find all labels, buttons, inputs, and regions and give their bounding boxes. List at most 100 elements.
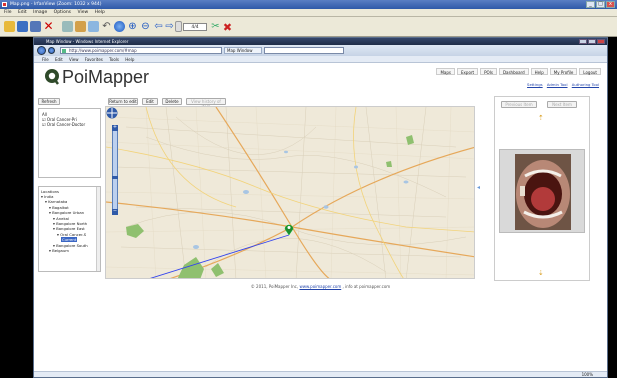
arrow-up-icon[interactable]: ⇡ <box>538 114 544 122</box>
browser-maximize-icon[interactable] <box>588 39 596 44</box>
slideshow-icon[interactable] <box>17 21 28 32</box>
zoom-slider[interactable]: + − <box>112 125 118 215</box>
pan-control-icon[interactable] <box>106 107 118 119</box>
refresh-button[interactable]: Refresh <box>38 98 60 105</box>
browser-close-icon[interactable] <box>597 39 605 44</box>
address-bar[interactable]: http://www.poimapper.com/#map <box>60 47 222 54</box>
next-item-button[interactable]: Next Item <box>547 101 577 108</box>
zoom-level[interactable]: 100% <box>582 372 593 377</box>
info-icon[interactable] <box>114 21 125 32</box>
tab-label: Map Window <box>227 48 253 53</box>
tools-icon[interactable]: ✂ <box>210 21 221 32</box>
tree-item-label: Belgaum <box>52 248 69 254</box>
nav-export[interactable]: Export <box>457 68 479 75</box>
view-history-button[interactable]: View history of item <box>186 98 226 109</box>
browser-search-input[interactable] <box>264 47 344 54</box>
map-marker-icon[interactable] <box>284 223 294 236</box>
zoom-in-icon[interactable]: ⊕ <box>127 21 138 32</box>
browser-status-bar: 100% <box>34 371 607 377</box>
menu-help[interactable]: Help <box>95 10 105 15</box>
arrow-down-icon[interactable]: ⇣ <box>538 269 544 277</box>
menu-view[interactable]: View <box>77 10 88 15</box>
locations-tree: ▾ India ▾ Karnataka ▾ Bagalkot ▾ Bangalore … <box>41 194 98 253</box>
app-icon <box>2 2 7 7</box>
undo-icon[interactable]: ↶ <box>101 21 112 32</box>
nav-pois[interactable]: POIs <box>480 68 497 75</box>
expand-arrow-icon[interactable]: ◂ <box>477 184 480 191</box>
footer: © 2011, PoiMapper Inc, www.poimapper.com… <box>34 284 607 289</box>
browser-menu-favorites[interactable]: Favorites <box>85 57 103 62</box>
top-nav: Maps Export POIs Dashboard Help My Profi… <box>434 68 601 75</box>
nav-my-profile[interactable]: My Profile <box>549 68 578 75</box>
favicon-icon <box>62 49 66 53</box>
paste-icon[interactable] <box>88 21 99 32</box>
locations-panel: Locations ▾ India ▾ Karnataka ▾ Bagalkot ▾ … <box>38 186 101 272</box>
prev-icon[interactable]: ⇦ <box>153 21 164 32</box>
browser-menu-view[interactable]: View <box>69 57 79 62</box>
browser-menu-bar: File Edit View Favorites Tools Help <box>34 56 607 63</box>
tree-item-label: Bangalore Urban <box>52 210 85 216</box>
locations-scrollbar[interactable] <box>96 187 100 271</box>
detail-panel: Previous Item Next Item ⇡ ⇣ <box>494 96 590 281</box>
exit-icon[interactable]: ✖ <box>222 21 233 34</box>
footer-suffix: , info at poimapper.com <box>342 284 391 289</box>
page-icon[interactable] <box>175 21 182 32</box>
layer-item[interactable]: ☑ Oral Cancer-Doctor <box>42 122 97 127</box>
copy-icon[interactable] <box>75 21 86 32</box>
link-admin-tool[interactable]: Admin Tool <box>547 82 568 87</box>
tree-item-label: India <box>44 194 54 199</box>
browser-nav-bar: http://www.poimapper.com/#map Map Window <box>34 45 607 56</box>
footer-link[interactable]: www.poimapper.com <box>299 284 341 289</box>
browser-menu-file[interactable]: File <box>42 57 49 62</box>
close-icon[interactable]: x <box>606 1 615 8</box>
return-to-edit-button[interactable]: Return to edit <box>108 98 138 105</box>
zoom-in-icon[interactable]: + <box>112 125 118 131</box>
tree-item[interactable]: ▾ Belgaum <box>41 248 98 253</box>
browser-menu-help[interactable]: Help <box>125 57 134 62</box>
photo-frame <box>499 149 585 233</box>
forward-icon[interactable] <box>48 47 55 54</box>
tree-item-label: Bangalore South <box>56 242 88 248</box>
browser-title-text: Map Window - Windows Internet Explorer <box>46 39 129 44</box>
browser-window: Map Window - Windows Internet Explorer h… <box>33 37 608 378</box>
menu-options[interactable]: Options <box>54 10 71 15</box>
page-counter: 4/4 <box>183 23 207 31</box>
menu-file[interactable]: File <box>4 10 12 15</box>
open-icon[interactable] <box>4 21 15 32</box>
save-icon[interactable] <box>30 21 41 32</box>
logo-icon <box>45 69 59 85</box>
zoom-out-icon[interactable]: − <box>112 209 118 215</box>
sub-nav: Settings Admin Tool Authoring Tool <box>524 82 599 87</box>
zoom-handle[interactable] <box>112 176 118 179</box>
footer-prefix: © 2011, PoiMapper Inc, <box>250 284 299 289</box>
logo-text: PoiMapper <box>62 67 150 87</box>
link-settings[interactable]: Settings <box>527 82 543 87</box>
link-authoring-tool[interactable]: Authoring Tool <box>572 82 599 87</box>
next-icon[interactable]: ⇨ <box>164 21 175 32</box>
browser-menu-tools[interactable]: Tools <box>109 57 119 62</box>
nav-logout[interactable]: Logout <box>579 68 601 75</box>
menu-edit[interactable]: Edit <box>18 10 27 15</box>
delete-icon[interactable]: ✕ <box>43 20 54 32</box>
back-icon[interactable] <box>37 46 46 55</box>
browser-minimize-icon[interactable] <box>579 39 587 44</box>
zoom-out-icon[interactable]: ⊖ <box>140 21 151 32</box>
scan-icon[interactable] <box>62 21 73 32</box>
previous-item-button[interactable]: Previous Item <box>501 101 537 108</box>
tree-item-label: Anekal <box>56 215 69 221</box>
minimize-icon[interactable]: _ <box>586 1 595 8</box>
photo-image[interactable] <box>515 154 571 230</box>
tree-item-label: Bangalore North <box>56 221 88 227</box>
menu-image[interactable]: Image <box>33 10 47 15</box>
map-canvas <box>106 107 474 278</box>
delete-button[interactable]: Delete <box>162 98 182 105</box>
browser-tab[interactable]: Map Window <box>224 47 262 54</box>
nav-help[interactable]: Help <box>530 68 548 75</box>
nav-dashboard[interactable]: Dashboard <box>498 68 529 75</box>
maximize-icon[interactable]: □ <box>596 1 605 8</box>
edit-button[interactable]: Edit <box>142 98 158 105</box>
browser-menu-edit[interactable]: Edit <box>55 57 63 62</box>
map-view[interactable]: + − <box>105 106 475 279</box>
nav-maps[interactable]: Maps <box>436 68 456 75</box>
tree-item-label: Oral Cancer-S <box>60 231 87 237</box>
